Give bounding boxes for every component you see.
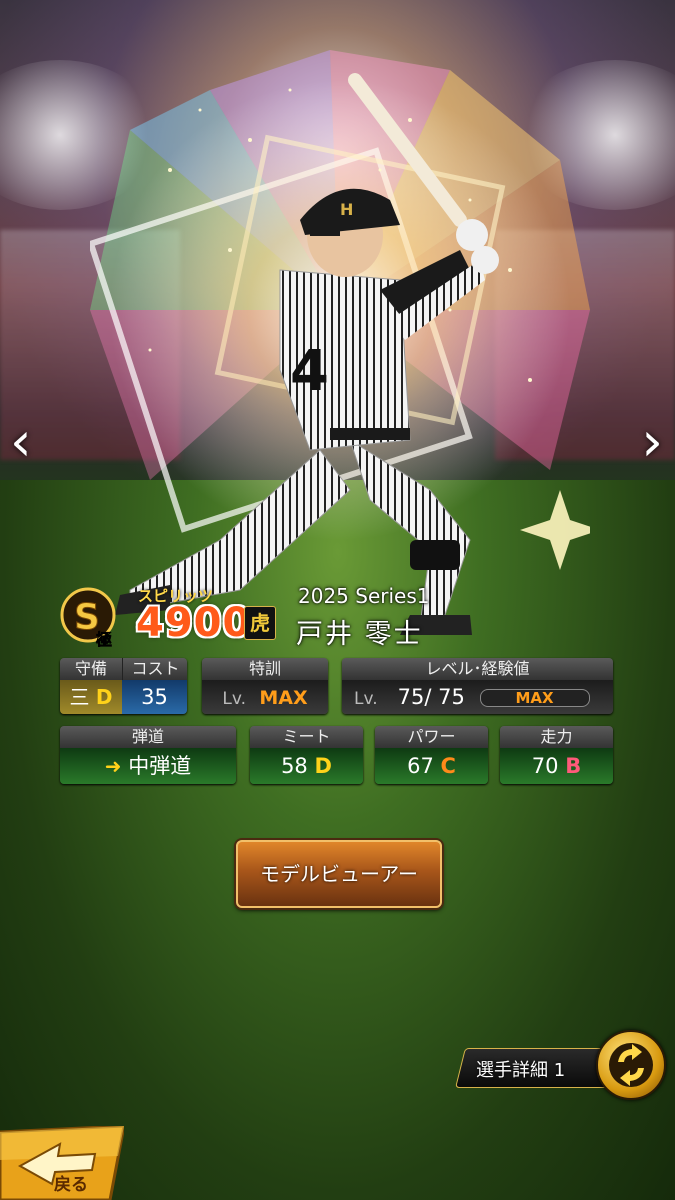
player-name: 戸井 零士 — [296, 619, 423, 650]
player-detail-label[interactable]: 選手詳細 1 — [476, 1056, 565, 1082]
lv-prefix: Lv. — [222, 689, 246, 709]
exp-max: MAX — [515, 689, 554, 707]
speed-value: 70 B — [500, 748, 613, 784]
power-box: パワー 67 C — [375, 726, 488, 784]
model-viewer-button[interactable]: モデルビューアー — [236, 840, 442, 908]
speed-grade: B — [565, 754, 582, 778]
lv-prefix: Lv. — [354, 689, 378, 709]
back-label[interactable]: 戻る — [54, 1170, 88, 1195]
position-value: 三 — [69, 685, 90, 709]
defense-grade: D — [95, 685, 113, 709]
exp-bar: MAX — [479, 689, 590, 707]
next-card-arrow[interactable]: › — [641, 410, 663, 473]
svg-text:4: 4 — [290, 339, 329, 404]
defense-label: 守備 — [60, 658, 122, 680]
meet-number: 58 — [281, 754, 308, 778]
cost-value: 35 — [122, 680, 187, 714]
swap-arrows-icon[interactable] — [596, 1030, 666, 1100]
card-series: 2025 Series1 — [298, 584, 430, 608]
tigers-logo-icon: 虎 — [244, 606, 276, 640]
power-grade: C — [440, 754, 456, 778]
svg-text:H: H — [340, 200, 353, 219]
cost-label: コスト — [122, 658, 187, 680]
trajectory-label: 弾道 — [60, 726, 236, 748]
special-training-max: MAX — [259, 687, 308, 709]
meet-label: ミート — [250, 726, 363, 748]
level-max: 75 — [438, 685, 465, 709]
speed-box: 走力 70 B — [500, 726, 613, 784]
speed-label: 走力 — [500, 726, 613, 748]
trajectory-text: 中弾道 — [128, 754, 192, 778]
meet-value: 58 D — [250, 748, 363, 784]
special-training-value: Lv. MAX — [202, 680, 328, 714]
meet-grade: D — [314, 754, 332, 778]
meet-box: ミート 58 D — [250, 726, 363, 784]
special-training-label: 特訓 — [202, 658, 328, 680]
defense-value: 三 D — [60, 680, 122, 714]
level-exp-box: レベル･経験値 Lv. 75/ 75 MAX — [342, 658, 613, 714]
spirits-value: 4900 — [136, 600, 252, 646]
power-number: 67 — [407, 754, 434, 778]
level-exp-value: Lv. 75/ 75 MAX — [342, 680, 613, 714]
trajectory-value: ➜ 中弾道 — [60, 748, 236, 784]
level-current: 75/ — [397, 685, 432, 709]
arrow-icon: ➜ — [104, 754, 122, 778]
defense-cost-box: 守備 コスト 三 D 35 — [60, 658, 187, 714]
player-illustration: 4 H — [115, 73, 499, 635]
rank-label: 極 — [95, 630, 112, 647]
power-label: パワー — [375, 726, 488, 748]
s-rank-badge-icon: S 極 — [60, 587, 116, 647]
speed-number: 70 — [531, 754, 559, 778]
power-value: 67 C — [375, 748, 488, 784]
trajectory-box: 弾道 ➜ 中弾道 — [60, 726, 236, 784]
special-training-box: 特訓 Lv. MAX — [202, 658, 328, 714]
level-exp-label: レベル･経験値 — [342, 658, 613, 680]
prev-card-arrow[interactable]: ‹ — [10, 410, 32, 473]
